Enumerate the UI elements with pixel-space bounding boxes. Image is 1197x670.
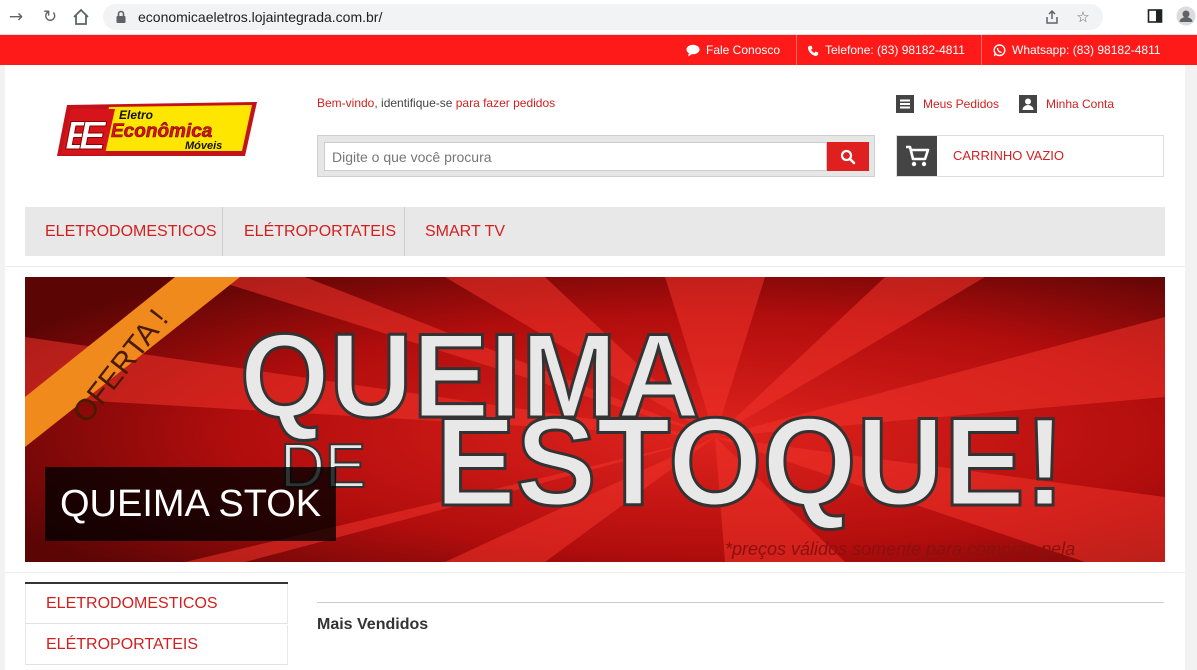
lock-icon (116, 10, 126, 23)
menu-divider (404, 207, 405, 256)
menu-divider (222, 207, 223, 256)
profile-avatar-icon[interactable] (1176, 6, 1196, 26)
menu-item-eletroportateis[interactable]: ELÉTROPORTATEIS (244, 207, 396, 256)
phone-link[interactable]: Telefone: (83) 98182-4811 (807, 35, 965, 65)
contact-link[interactable]: Fale Conosco (686, 35, 780, 65)
section-rule (317, 602, 1164, 603)
share-icon[interactable] (1043, 8, 1061, 26)
list-icon (896, 95, 914, 113)
sidepanel-icon[interactable] (1147, 6, 1167, 26)
menu-item-smart-tv[interactable]: SMART TV (425, 207, 505, 256)
whatsapp-link[interactable]: Whatsapp: (83) 98182-4811 (993, 35, 1161, 65)
sidebar-item-eletroportateis[interactable]: ELÉTROPORTATEIS (25, 625, 288, 665)
banner-caption: QUEIMA STOK (45, 467, 337, 541)
svg-text:*preços válidos somente para c: *preços válidos somente para compras pel… (725, 539, 1075, 559)
topbar-divider (796, 35, 797, 65)
welcome-link[interactable]: Bem-vindo (317, 96, 374, 110)
whatsapp-icon (993, 44, 1006, 57)
welcome-message: Bem-vindo, identifique-se para fazer ped… (317, 96, 556, 110)
best-sellers-title: Mais Vendidos (317, 616, 429, 633)
search-icon (840, 149, 856, 164)
svg-text:ESTOQUE!: ESTOQUE! (435, 393, 1065, 532)
search-button[interactable] (827, 142, 869, 171)
search-input[interactable] (324, 142, 827, 171)
top-contact-bar: Fale Conosco Telefone: (83) 98182-4811 W… (0, 35, 1197, 65)
browser-toolbar: → ↻ economicaeletros.lojaintegrada.com.b… (0, 0, 1197, 35)
svg-text:Econômica: Econômica (111, 121, 213, 142)
search-bar (317, 135, 875, 177)
topbar-divider (981, 35, 982, 65)
phone-icon (807, 45, 819, 56)
my-account-link[interactable]: Minha Conta (1019, 95, 1114, 113)
home-icon[interactable] (70, 6, 92, 28)
sidebar-item-eletrodomesticos[interactable]: ELETRODOMESTICOS (25, 584, 288, 624)
section-divider (5, 572, 1185, 573)
svg-text:Eletro: Eletro (119, 108, 153, 122)
section-divider (5, 266, 1185, 267)
main-container: E E Eletro Econômica Móveis Bem-vindo, i… (5, 65, 1185, 670)
promo-banner[interactable]: OFERTA ! QUEIMA DE ESTOQUE! *preços váli… (25, 277, 1165, 562)
url-text: economicaeletros.lojaintegrada.com.br/ (138, 9, 383, 25)
cart-status: CARRINHO VAZIO (953, 148, 1064, 163)
store-logo[interactable]: E E Eletro Econômica Móveis (57, 99, 257, 159)
user-icon (1019, 95, 1037, 113)
cart-icon (897, 136, 937, 176)
category-menu: ELETRODOMESTICOS ELÉTROPORTATEIS SMART T… (25, 207, 1165, 256)
my-orders-link[interactable]: Meus Pedidos (896, 95, 999, 113)
bookmark-star-icon[interactable]: ☆ (1074, 8, 1092, 26)
reload-icon[interactable]: ↻ (39, 6, 61, 28)
menu-item-eletrodomesticos[interactable]: ELETRODOMESTICOS (45, 207, 217, 256)
address-bar[interactable]: economicaeletros.lojaintegrada.com.br/ ☆ (103, 4, 1103, 30)
cart-widget[interactable]: CARRINHO VAZIO (896, 135, 1164, 177)
back-icon[interactable]: → (5, 6, 27, 28)
svg-text:E: E (79, 114, 107, 158)
chat-bubble-icon (686, 44, 700, 57)
category-sidebar: ELETRODOMESTICOS ELÉTROPORTATEIS (25, 582, 288, 670)
login-link[interactable]: para fazer pedidos (456, 96, 555, 110)
svg-text:Móveis: Móveis (185, 140, 222, 152)
